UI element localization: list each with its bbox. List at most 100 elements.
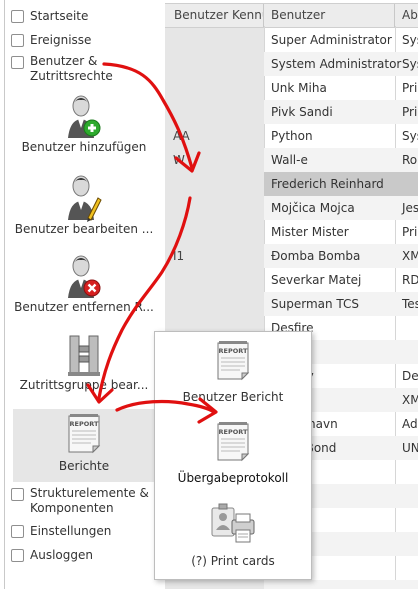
cell-benutzer: Superman TCS	[271, 297, 360, 311]
cell-abteilung: Rob	[402, 153, 418, 167]
popup-item-benutzer-bericht[interactable]: REPORT Benutzer Bericht	[155, 339, 311, 409]
cell-benutzer: Mister Mister	[271, 225, 349, 239]
cell-benutzer: Pivk Sandi	[271, 105, 333, 119]
cell-kennung	[165, 100, 264, 124]
nav-checkbox[interactable]	[11, 488, 24, 501]
cell-benutzer: Super Administrator	[271, 33, 392, 47]
nav-label: Ereignisse	[30, 33, 92, 47]
cell-abteilung: UN	[402, 441, 418, 455]
popup-item-print-cards[interactable]: (?) Print cards	[155, 502, 311, 574]
cell-abteilung: Tes	[402, 297, 418, 311]
table-row[interactable]: W Wall-e Rob	[165, 148, 418, 172]
cell-kennung	[165, 268, 264, 292]
cell-abteilung: De	[402, 369, 418, 383]
access-group-icon	[68, 335, 100, 376]
print-cards-icon	[211, 503, 255, 543]
report-icon-text: REPORT	[70, 420, 99, 428]
subitem-label: Benutzer bearbeiten ...	[14, 222, 154, 236]
subitem-label: Benutzer hinzufügen	[21, 140, 147, 154]
report-icon: REPORT	[217, 422, 250, 462]
cell-kennung	[165, 76, 264, 100]
table-row[interactable]: Super Administrator Sys	[165, 28, 418, 52]
table-row[interactable]: Superman TCS Tes	[165, 292, 418, 316]
popup-item-label: (?) Print cards	[191, 554, 275, 568]
grid-header: Benutzer Kennu Benutzer Ab	[165, 3, 418, 28]
table-row[interactable]	[165, 580, 418, 589]
cell-abteilung: Sys	[402, 129, 418, 143]
nav-checkbox[interactable]	[11, 524, 24, 538]
table-row[interactable]: I1 Đomba Bomba XM	[165, 244, 418, 268]
column-header-benutzer[interactable]: Benutzer	[264, 4, 395, 27]
subitem-label: Zutrittsgruppe bear...	[19, 378, 149, 392]
report-icon-text: REPORT	[219, 347, 248, 355]
report-icon: REPORT	[68, 414, 101, 454]
nav-checkbox[interactable]	[11, 56, 24, 69]
subitem-berichte[interactable]: REPORT Berichte	[13, 409, 155, 482]
subitem-zutrittsgruppe[interactable]: Zutrittsgruppe bear...	[13, 330, 155, 402]
nav-einstellungen[interactable]: Einstellungen	[11, 522, 111, 540]
user-edit-icon	[68, 175, 102, 222]
cell-kennung	[165, 220, 264, 244]
cell-abteilung: Pri	[402, 81, 418, 95]
cell-benutzer: Frederich Reinhard	[271, 177, 384, 191]
table-row[interactable]: Mister Mister Pri	[165, 220, 418, 244]
cell-benutzer: Unk Miha	[271, 81, 327, 95]
cell-benutzer: Đomba Bomba	[271, 249, 361, 263]
nav-startseite[interactable]: Startseite	[11, 7, 88, 25]
nav-ereignisse[interactable]: Ereignisse	[11, 31, 91, 49]
cell-abteilung: Ad	[402, 417, 418, 431]
user-add-icon	[68, 95, 101, 138]
nav-checkbox[interactable]	[11, 9, 24, 23]
cell-kennung	[165, 172, 264, 196]
cell-abteilung: Sys	[402, 33, 418, 47]
cell-abteilung: Pri	[402, 105, 418, 119]
cell-kennung	[165, 28, 264, 52]
cell-benutzer: Python	[271, 129, 313, 143]
nav-label: Startseite	[30, 9, 89, 23]
table-row-selected[interactable]: Frederich Reinhard	[165, 172, 418, 196]
table-row[interactable]: System AdministratorSys	[165, 52, 418, 76]
nav-strukturelemente[interactable]: Strukturelemente & Komponenten	[11, 486, 149, 516]
subitem-label: Benutzer entfernen R...	[14, 300, 154, 314]
cell-abteilung: Sys	[402, 57, 418, 71]
table-row[interactable]: Severkar Matej RD	[165, 268, 418, 292]
cell-benutzer: System Administrator	[271, 57, 402, 71]
reports-popup-menu: REPORT Benutzer Bericht REPORT Übergabep…	[154, 331, 312, 580]
table-row[interactable]: Unk Miha Pri	[165, 76, 418, 100]
nav-checkbox[interactable]	[11, 548, 24, 562]
nav-label: Ausloggen	[30, 548, 93, 562]
popup-item-label: Benutzer Bericht	[182, 390, 284, 404]
nav-label: Einstellungen	[30, 524, 112, 538]
cell-kennung	[165, 580, 264, 589]
nav-label: Strukturelemente & Komponenten	[30, 486, 149, 515]
subitem-benutzer-bearbeiten[interactable]: Benutzer bearbeiten ...	[13, 170, 155, 242]
sidebar: Startseite Ereignisse Benutzer & Zutritt…	[5, 0, 165, 589]
nav-ausloggen[interactable]: Ausloggen	[11, 546, 93, 564]
report-icon-text: REPORT	[219, 428, 248, 436]
column-header-abteilung[interactable]: Ab	[395, 4, 418, 27]
subitem-benutzer-hinzufuegen[interactable]: Benutzer hinzufügen	[13, 90, 155, 162]
cell-abteilung: RD	[402, 273, 418, 287]
table-row[interactable]: Pivk Sandi Pri	[165, 100, 418, 124]
cell-kennung: W	[165, 148, 264, 172]
popup-item-uebergabeprotokoll[interactable]: REPORT Übergabeprotokoll	[155, 420, 311, 490]
cell-abteilung: XM	[402, 393, 418, 407]
table-row[interactable]: AA Python Sys	[165, 124, 418, 148]
cell-kennung	[165, 292, 264, 316]
cell-kennung	[165, 196, 264, 220]
column-header-kennung[interactable]: Benutzer Kennu	[165, 4, 264, 27]
nav-label: Benutzer & Zutrittsrechte	[30, 54, 113, 83]
cell-benutzer: Wall-e	[271, 153, 308, 167]
subitem-benutzer-entfernen[interactable]: Benutzer entfernen R...	[13, 250, 155, 322]
popup-item-label: Übergabeprotokoll	[177, 471, 289, 485]
nav-benutzer-zutrittsrechte[interactable]: Benutzer & Zutrittsrechte	[11, 54, 113, 84]
cell-kennung: AA	[165, 124, 264, 148]
cell-benutzer: Mojčica Mojca	[271, 201, 355, 215]
table-row[interactable]: Mojčica Mojca Jes	[165, 196, 418, 220]
report-icon: REPORT	[217, 341, 250, 381]
cell-kennung: I1	[165, 244, 264, 268]
nav-checkbox[interactable]	[11, 33, 24, 47]
subitem-label: Berichte	[58, 459, 110, 473]
cell-kennung	[165, 52, 264, 76]
cell-benutzer: Severkar Matej	[271, 273, 362, 287]
